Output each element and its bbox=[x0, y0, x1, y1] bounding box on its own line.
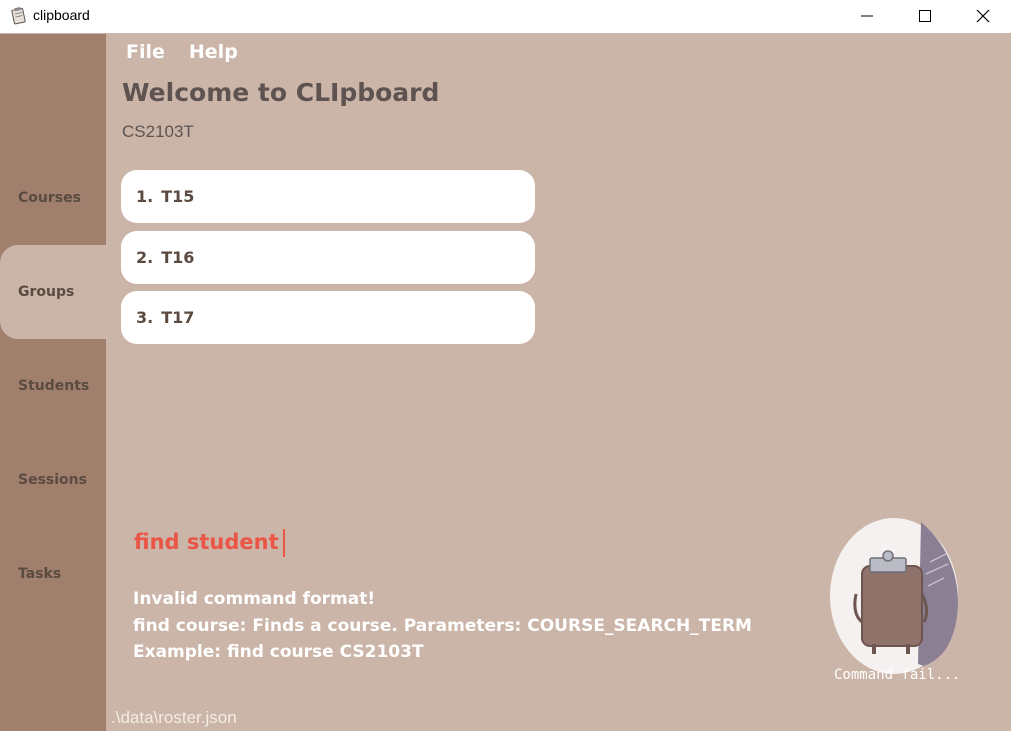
command-input-text: find student bbox=[134, 530, 279, 554]
command-box[interactable]: find student bbox=[122, 525, 812, 567]
command-input[interactable]: find student bbox=[134, 529, 285, 557]
menu-file[interactable]: File bbox=[106, 41, 177, 63]
close-icon bbox=[976, 9, 990, 22]
status-file-path: .\data\roster.json bbox=[111, 708, 237, 727]
clipboard-mascot-image bbox=[826, 514, 966, 674]
group-index: 1. bbox=[136, 187, 154, 206]
result-display: Invalid command format! find course: Fin… bbox=[133, 586, 813, 666]
sidebar-tab-courses[interactable]: Courses bbox=[0, 151, 106, 245]
title-bar: clipboard bbox=[0, 0, 1011, 33]
group-card[interactable]: 2. T16 bbox=[121, 230, 535, 284]
menu-help[interactable]: Help bbox=[177, 41, 250, 63]
minimize-icon bbox=[861, 15, 873, 16]
sidebar: Courses Groups Students Sessions Tasks bbox=[0, 34, 106, 731]
group-name: T15 bbox=[161, 187, 195, 206]
result-line: Example: find course CS2103T bbox=[133, 642, 424, 662]
group-index: 3. bbox=[136, 308, 154, 327]
group-card[interactable]: 3. T17 bbox=[121, 291, 535, 344]
mascot-caption: Command fail... bbox=[834, 667, 961, 683]
maximize-button[interactable] bbox=[896, 0, 954, 31]
window-title: clipboard bbox=[33, 7, 90, 23]
sidebar-tab-tasks[interactable]: Tasks bbox=[0, 527, 106, 621]
minimize-button[interactable] bbox=[838, 0, 896, 31]
page-title: Welcome to CLIpboard bbox=[122, 78, 440, 107]
text-caret bbox=[282, 529, 285, 557]
sidebar-tab-sessions[interactable]: Sessions bbox=[0, 433, 106, 527]
group-name: T17 bbox=[161, 308, 195, 327]
close-button[interactable] bbox=[954, 0, 1011, 31]
result-line: find course: Finds a course. Parameters:… bbox=[133, 615, 752, 636]
course-code: CS2103T bbox=[122, 122, 194, 141]
group-card[interactable]: 1. T15 bbox=[121, 170, 535, 223]
clipboard-app-icon bbox=[9, 6, 29, 26]
menu-bar: File Help bbox=[106, 34, 250, 70]
maximize-icon bbox=[919, 9, 931, 22]
sidebar-tab-students[interactable]: Students bbox=[0, 339, 106, 433]
group-name: T16 bbox=[161, 247, 195, 267]
group-index: 2. bbox=[136, 247, 154, 267]
group-list: 1. T15 2. T16 3. T17 bbox=[121, 170, 535, 352]
sidebar-tab-groups[interactable]: Groups bbox=[0, 245, 106, 339]
result-line: Invalid command format! bbox=[133, 589, 376, 609]
